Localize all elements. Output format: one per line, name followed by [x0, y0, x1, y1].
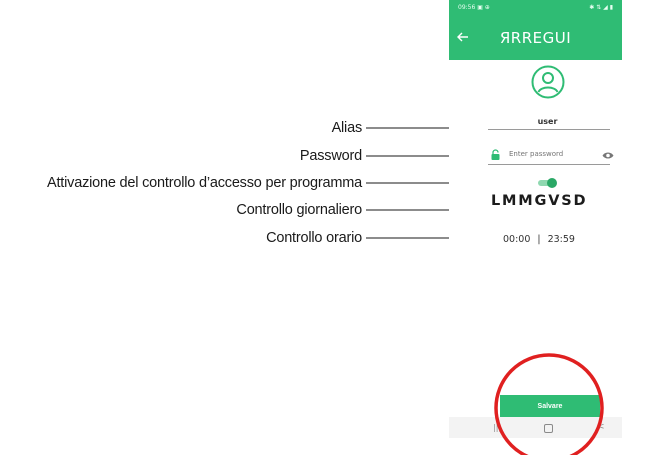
annotation-password: Password — [299, 148, 362, 164]
password-input[interactable] — [509, 150, 589, 158]
day-wednesday[interactable]: M — [518, 193, 534, 209]
status-time: 09:56 ▣ ⊕ — [458, 4, 490, 11]
day-monday[interactable]: L — [491, 193, 502, 209]
toggle-knob — [547, 178, 557, 188]
day-saturday[interactable]: S — [561, 193, 573, 209]
time-separator: | — [537, 234, 541, 245]
app-bar: ЯRREGUI — [449, 16, 622, 60]
day-sunday[interactable]: D — [574, 193, 588, 209]
lock-icon — [491, 149, 500, 160]
alias-underline — [488, 129, 610, 130]
time-to[interactable]: 23:59 — [548, 234, 575, 245]
nav-bar: ||| < — [449, 417, 622, 438]
status-icons: ✱ ⇅ ◢ ▮ — [589, 4, 613, 11]
access-control-toggle[interactable] — [535, 178, 561, 188]
brand-logo: ЯRREGUI — [499, 29, 572, 47]
recent-apps-button[interactable]: ||| — [493, 423, 501, 432]
save-button[interactable]: Salvare — [500, 395, 600, 417]
annotation-alias: Alias — [331, 120, 363, 136]
day-selector: L M M G V S D — [491, 193, 621, 209]
user-circle-icon — [531, 65, 565, 99]
eye-icon[interactable] — [602, 151, 614, 160]
annotation-hourly: Controllo orario — [266, 230, 362, 246]
day-thursday[interactable]: G — [535, 193, 549, 209]
time-range: 00:00 | 23:59 — [503, 234, 575, 245]
annotation-access-control: Attivazione del controllo d’accesso per … — [47, 175, 362, 191]
day-friday[interactable]: V — [548, 193, 561, 209]
time-from[interactable]: 00:00 — [503, 234, 530, 245]
alias-field[interactable]: user — [489, 117, 606, 126]
status-bar: 09:56 ▣ ⊕ ✱ ⇅ ◢ ▮ — [449, 0, 622, 16]
phone-screen: 09:56 ▣ ⊕ ✱ ⇅ ◢ ▮ ЯRREGUI user L M M G V… — [449, 0, 622, 438]
nav-back-button[interactable]: < — [597, 422, 605, 432]
home-icon[interactable] — [544, 424, 553, 433]
day-tuesday[interactable]: M — [502, 193, 518, 209]
password-underline — [488, 164, 610, 165]
annotation-daily: Controllo giornaliero — [236, 202, 362, 218]
